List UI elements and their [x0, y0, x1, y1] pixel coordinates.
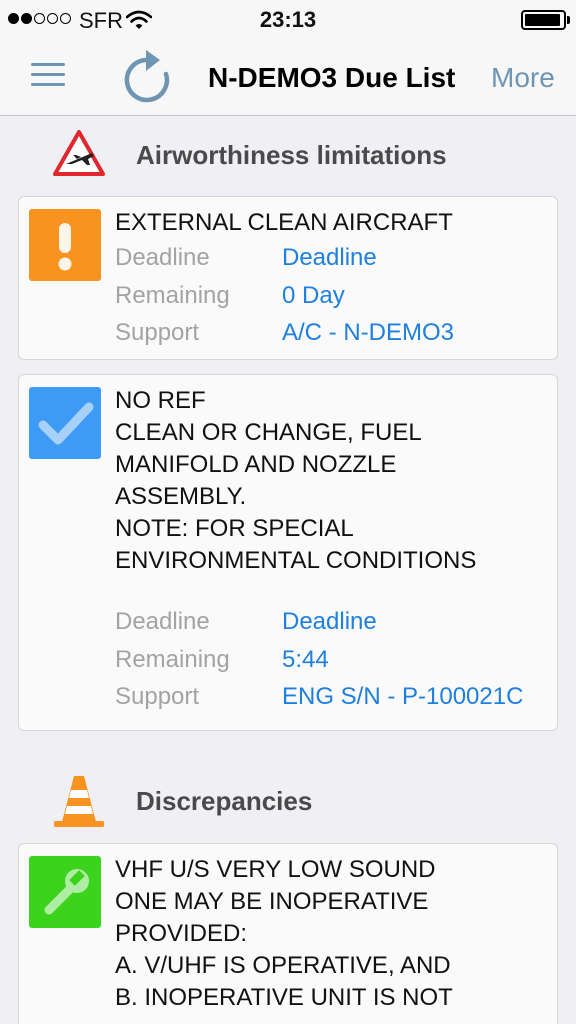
battery-icon: [521, 10, 566, 30]
field-deadline: Deadline Deadline: [115, 239, 549, 277]
clock: 23:13: [259, 7, 317, 32]
section-title: Discrepancies: [136, 786, 313, 816]
section-title: Airworthiness limitations: [136, 140, 447, 170]
refresh-icon[interactable]: [124, 48, 176, 104]
field-value[interactable]: 0 Day: [282, 277, 345, 315]
field-label: Deadline: [115, 608, 210, 635]
item-title: VHF U/S VERY LOW SOUND ONE MAY BE INOPER…: [115, 856, 453, 1011]
exclamation-icon: [29, 209, 101, 281]
field-label: Deadline: [115, 244, 210, 271]
field-value[interactable]: ENG S/N - P-100021C: [282, 678, 523, 716]
more-button[interactable]: More: [491, 62, 555, 94]
traffic-cone-icon: [54, 776, 104, 827]
due-item-card[interactable]: EXTERNAL CLEAN AIRCRAFT Deadline Deadlin…: [18, 196, 558, 360]
due-item-card[interactable]: NO REF CLEAN OR CHANGE, FUEL MANIFOLD AN…: [18, 374, 558, 731]
field-value[interactable]: Deadline: [282, 603, 377, 641]
field-label: Support: [115, 319, 200, 346]
field-deadline: Deadline Deadline: [115, 603, 549, 641]
field-value[interactable]: Deadline: [282, 239, 377, 277]
section-header-discrepancies: Discrepancies: [0, 774, 576, 834]
section-header-airworthiness: Airworthiness limitations: [0, 128, 576, 188]
battery-tip: [567, 16, 570, 24]
navigation-bar: N-DEMO3 Due List More: [0, 40, 576, 116]
field-remaining: Remaining 5:44: [115, 641, 549, 679]
field-support: Support ENG S/N - P-100021C: [115, 678, 549, 716]
field-label: Remaining: [115, 281, 230, 309]
checkmark-icon: [29, 387, 101, 459]
field-value[interactable]: A/C - N-DEMO3: [282, 314, 454, 352]
card-body: NO REF CLEAN OR CHANGE, FUEL MANIFOLD AN…: [115, 385, 549, 716]
airplane-warning-icon: [53, 130, 105, 176]
hamburger-menu-icon[interactable]: [30, 60, 66, 90]
page-title: N-DEMO3 Due List: [208, 62, 456, 93]
field-label: Remaining: [115, 645, 230, 673]
status-bar: SFR 23:13: [0, 0, 576, 40]
card-body: VHF U/S VERY LOW SOUND ONE MAY BE INOPER…: [115, 854, 549, 1014]
field-value[interactable]: 5:44: [282, 641, 329, 679]
field-support: Support A/C - N-DEMO3: [115, 314, 549, 352]
discrepancy-card[interactable]: VHF U/S VERY LOW SOUND ONE MAY BE INOPER…: [18, 843, 558, 1024]
item-title: NO REF CLEAN OR CHANGE, FUEL MANIFOLD AN…: [115, 387, 477, 574]
field-label: Support: [115, 683, 200, 710]
wrench-icon: [29, 856, 101, 928]
field-remaining: Remaining 0 Day: [115, 277, 549, 315]
card-body: EXTERNAL CLEAN AIRCRAFT Deadline Deadlin…: [115, 207, 549, 352]
item-title: EXTERNAL CLEAN AIRCRAFT: [115, 209, 453, 236]
